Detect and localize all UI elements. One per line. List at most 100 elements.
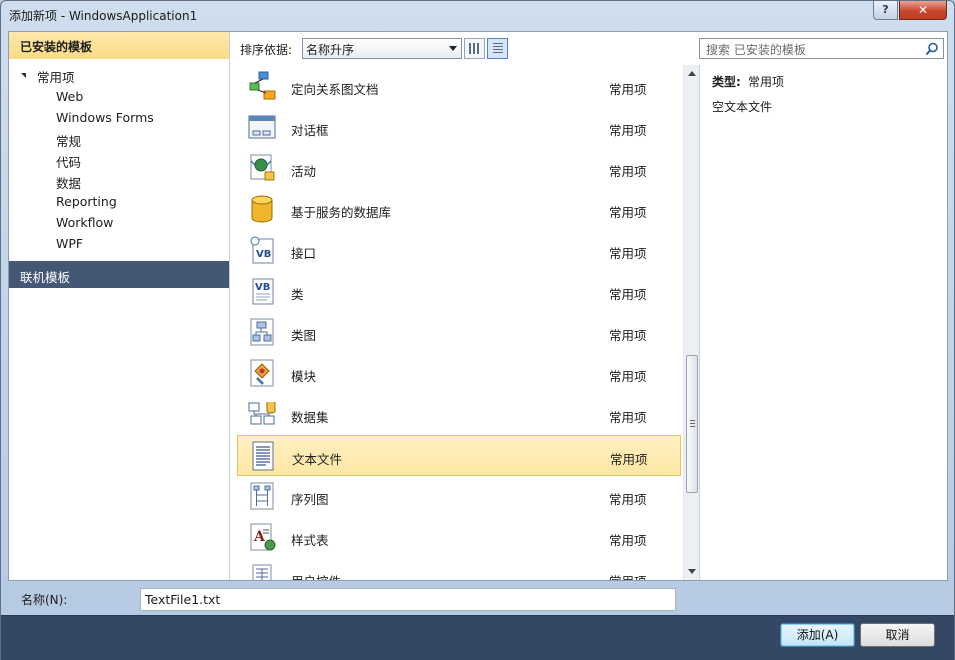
template-name: 模块 [291,369,317,384]
database-icon [251,195,273,223]
tree-item-web[interactable]: Web [56,89,83,104]
columns-view-icon [469,43,481,54]
window-title: 添加新项 - WindowsApplication1 [9,9,198,23]
name-field[interactable]: TextFile1.txt [140,588,676,611]
template-item[interactable]: A 样式表 常用项 [237,517,681,558]
template-item[interactable]: 用户控件 常用项 [237,558,681,580]
directed-graph-icon [249,71,276,100]
search-placeholder: 搜索 已安装的模板 [706,43,806,57]
template-category-pane: 已安装的模板 常用项 Web Windows Forms 常规 代码 数据 Re… [9,32,230,580]
template-item[interactable]: 模块 常用项 [237,353,681,394]
template-name: 序列图 [291,492,329,507]
template-name: 活动 [291,164,317,179]
scroll-down-arrow-icon[interactable] [688,569,696,574]
template-item[interactable]: 活动 常用项 [237,148,681,189]
list-view-icon [493,43,503,54]
tree-item-common[interactable]: 常用项 [37,67,75,86]
template-category: 常用项 [609,287,647,302]
class-diagram-icon [250,318,274,346]
template-item[interactable]: 数据集 常用项 [237,394,681,435]
tree-item-workflow[interactable]: Workflow [56,215,113,230]
dialog-body: 已安装的模板 常用项 Web Windows Forms 常规 代码 数据 Re… [8,31,948,581]
name-label: 名称(N): [21,593,68,607]
tree-item-wpf[interactable]: WPF [56,236,83,251]
template-name: 用户控件 [291,571,341,580]
cancel-button[interactable]: 取消 [860,623,935,647]
vertical-scrollbar[interactable] [683,65,699,580]
template-item[interactable]: VB 接口 常用项 [237,230,681,271]
expand-collapse-icon[interactable] [21,73,26,78]
type-value: 常用项 [748,75,785,89]
template-category: 常用项 [609,328,647,343]
title-bar: 添加新项 - WindowsApplication1 ? ✕ [1,1,954,31]
template-description: 空文本文件 [712,100,773,114]
template-name: 接口 [291,246,317,261]
template-category: 常用项 [609,571,647,580]
template-name: 文本文件 [292,452,343,467]
template-name: 类图 [291,328,317,343]
template-item[interactable]: 类图 常用项 [237,312,681,353]
text-file-icon [252,441,274,471]
add-button[interactable]: 添加(A) [780,623,855,647]
activity-icon [250,154,275,181]
tree-item-reporting[interactable]: Reporting [56,194,117,209]
user-control-icon [252,564,272,580]
search-icon[interactable] [925,42,939,56]
template-category: 常用项 [609,82,647,97]
template-category: 常用项 [609,246,647,261]
scroll-up-arrow-icon[interactable] [688,71,696,76]
template-category: 常用项 [610,452,648,467]
sequence-diagram-icon [250,482,274,510]
template-item[interactable]: VB 类 常用项 [237,271,681,312]
tree-item-windows-forms[interactable]: Windows Forms [56,110,154,125]
template-category: 常用项 [609,369,647,384]
tree-item-code[interactable]: 代码 [56,152,81,171]
online-templates-header[interactable]: 联机模板 [9,261,229,288]
vb-class-icon: VB [252,278,274,305]
template-item[interactable]: 基于服务的数据库 常用项 [237,189,681,230]
module-icon [250,359,274,387]
svg-text:VB: VB [255,282,270,293]
template-name: 样式表 [291,533,329,548]
close-button[interactable]: ✕ [899,1,947,20]
template-name: 定向关系图文档 [291,82,379,97]
medium-icons-view-button[interactable] [464,38,485,59]
chevron-down-icon [449,46,457,51]
dialog-icon [248,115,276,139]
template-category: 常用项 [609,164,647,179]
help-button[interactable]: ? [873,1,898,20]
scrollbar-thumb[interactable] [686,355,698,493]
sort-dropdown-value: 名称升序 [306,43,355,57]
svg-text:VB: VB [256,249,271,260]
template-name: 数据集 [291,410,329,425]
sort-dropdown[interactable]: 名称升序 [302,38,462,59]
vb-interface-icon: VB [250,236,274,264]
dialog-footer: 添加(A) 取消 [1,615,954,660]
stylesheet-icon: A [250,523,276,551]
tree-item-general[interactable]: 常规 [56,131,81,150]
grip-icon [690,420,695,427]
template-category: 常用项 [609,492,647,507]
template-name: 对话框 [291,123,329,138]
search-input[interactable]: 搜索 已安装的模板 [699,38,944,59]
template-item-selected[interactable]: 文本文件 常用项 [237,435,681,476]
template-item[interactable]: 序列图 常用项 [237,476,681,517]
add-new-item-dialog: 添加新项 - WindowsApplication1 ? ✕ 已安装的模板 常用… [0,0,955,660]
template-category: 常用项 [609,205,647,220]
details-view-button[interactable] [487,38,508,59]
template-category: 常用项 [609,123,647,138]
template-item[interactable]: 定向关系图文档 常用项 [237,66,681,107]
template-category: 常用项 [609,533,647,548]
template-category: 常用项 [609,410,647,425]
type-label: 类型: [712,75,741,89]
template-list: 定向关系图文档 常用项 对话框 常用项 活动 常用项 基于服务的数据库 常用项 … [231,65,699,580]
template-item[interactable]: 对话框 常用项 [237,107,681,148]
svg-text:A: A [253,529,266,545]
template-name: 基于服务的数据库 [291,205,392,220]
template-details-pane: 类型: 常用项 空文本文件 [699,65,947,580]
sort-label: 排序依据: [240,43,293,57]
template-name: 类 [291,287,304,302]
tree-item-data[interactable]: 数据 [56,173,81,192]
installed-templates-header[interactable]: 已安装的模板 [9,32,229,59]
dataset-icon [248,402,276,425]
